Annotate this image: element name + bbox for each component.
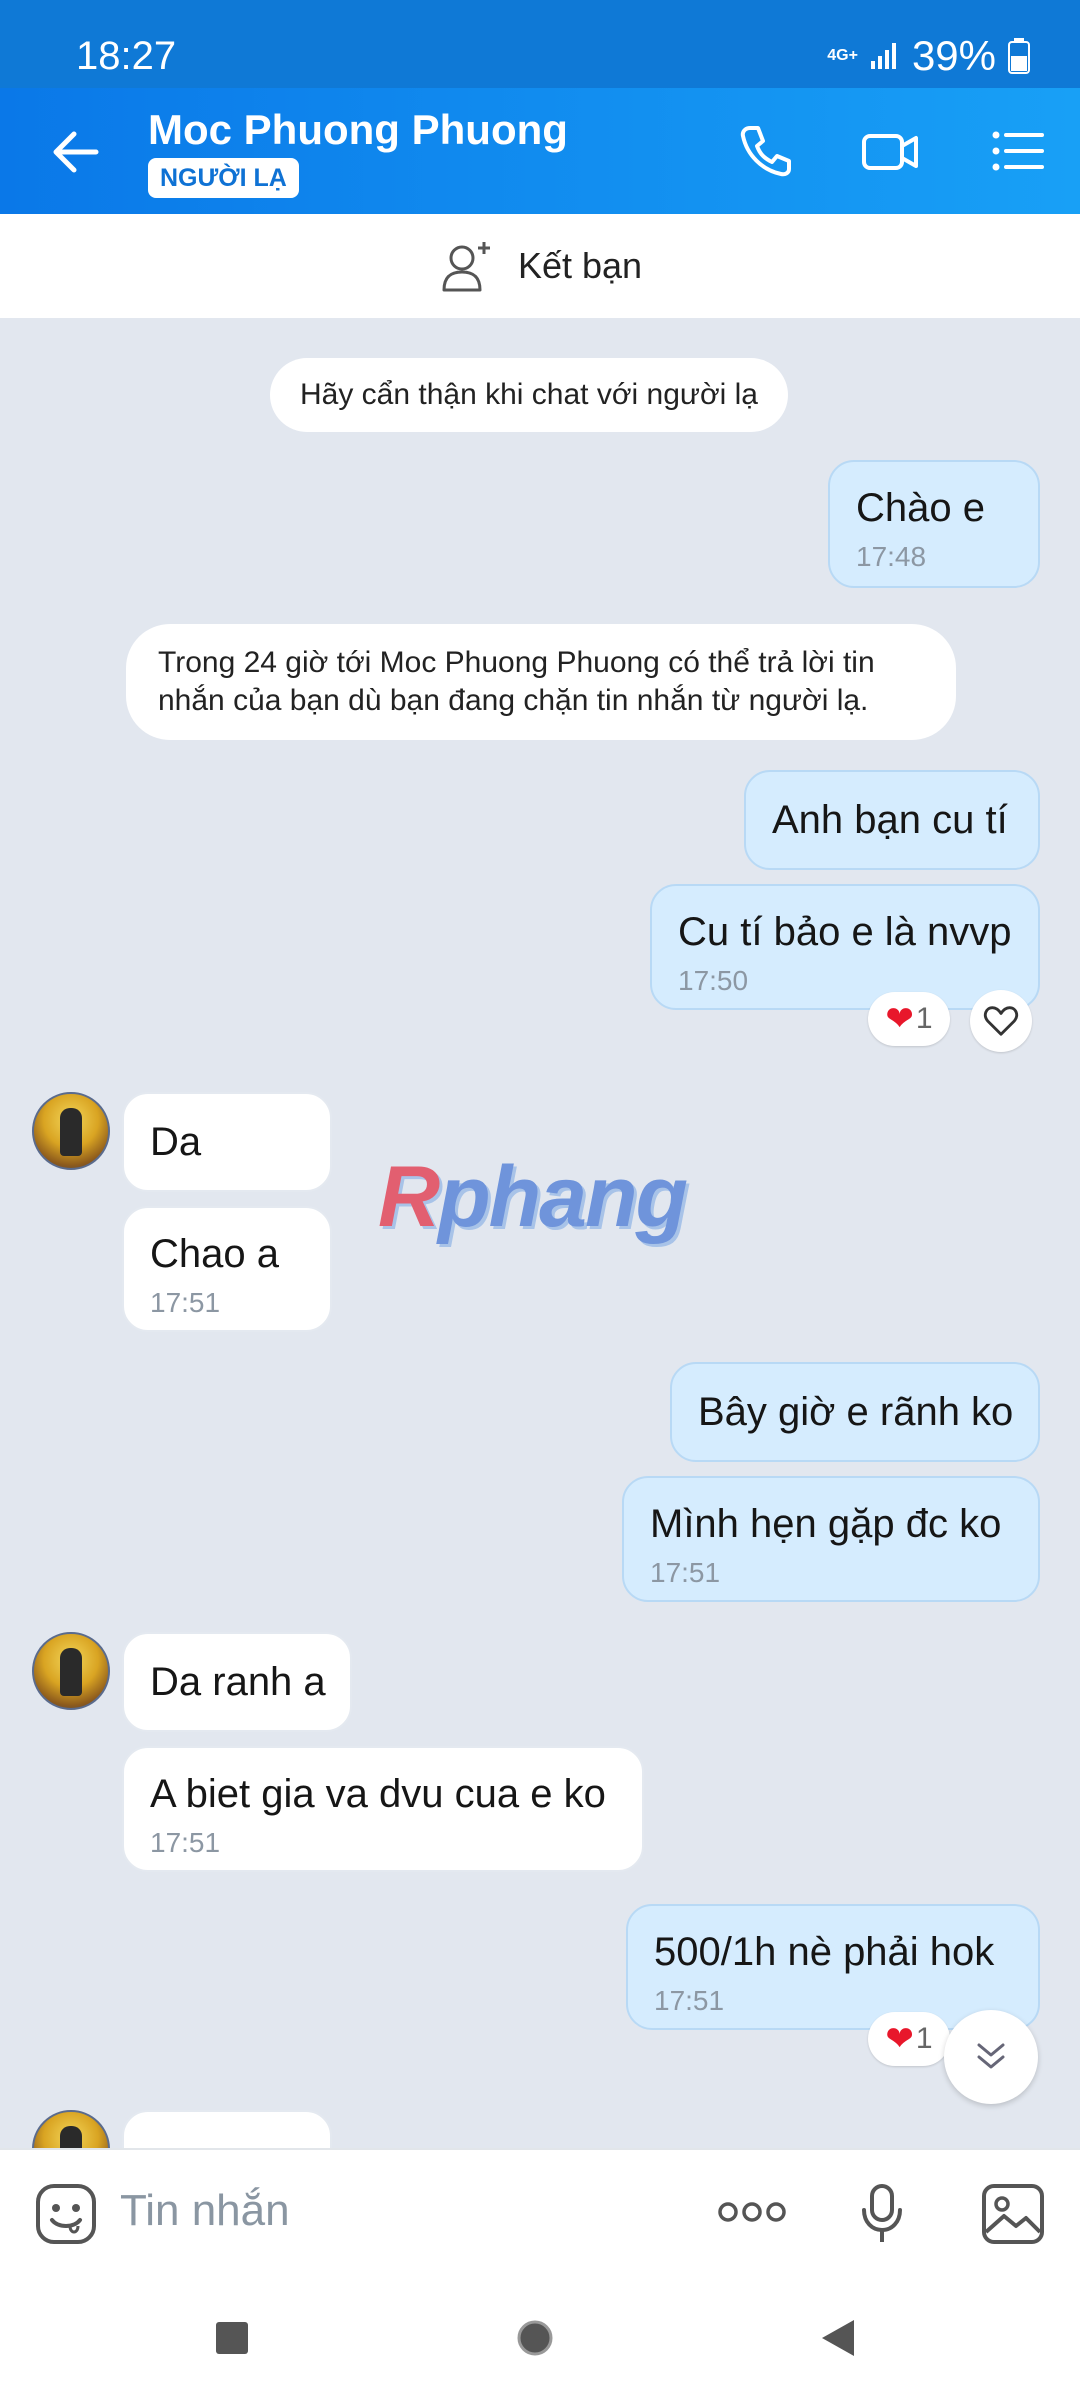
message-bubble-incoming[interactable]: Chao a 17:51 xyxy=(122,1206,332,1332)
network-type: 4G+ xyxy=(827,47,858,64)
recent-apps-icon[interactable] xyxy=(214,2320,250,2356)
system-nav-bar xyxy=(0,2276,1080,2400)
heart-icon: ❤ xyxy=(885,2020,914,2058)
message-input[interactable]: Tin nhắn xyxy=(120,2186,290,2236)
scroll-to-bottom-button[interactable] xyxy=(944,2010,1038,2104)
watermark-first: R xyxy=(378,1149,440,1245)
message-text: Da xyxy=(150,1120,202,1164)
system-message-caution: Hãy cẩn thận khi chat với người lạ xyxy=(270,358,788,432)
message-composer: Tin nhắn xyxy=(0,2148,1080,2278)
message-bubble-incoming[interactable]: Da ranh a xyxy=(122,1632,352,1732)
more-options-icon[interactable] xyxy=(716,2194,788,2230)
phone-call-icon[interactable] xyxy=(730,116,800,186)
contact-avatar[interactable] xyxy=(32,1632,110,1710)
message-time: 17:51 xyxy=(650,1557,721,1588)
back-nav-icon[interactable] xyxy=(820,2318,856,2358)
message-text: Da ranh a xyxy=(150,1660,326,1704)
status-bar: 18:27 4G+ 39% xyxy=(0,0,1080,88)
message-bubble-outgoing[interactable]: Cu tí bảo e là nvvp 17:50 xyxy=(650,884,1040,1010)
contact-name[interactable]: Moc Phuong Phuong xyxy=(148,106,568,154)
system-message-notice: Trong 24 giờ tới Moc Phuong Phuong có th… xyxy=(126,624,956,740)
microphone-icon[interactable] xyxy=(860,2182,904,2246)
video-call-icon[interactable] xyxy=(856,116,926,186)
contact-avatar[interactable] xyxy=(32,1092,110,1170)
image-gallery-icon[interactable] xyxy=(980,2182,1046,2246)
stranger-badge: NGƯỜI LẠ xyxy=(148,158,299,198)
message-text: Mình hẹn gặp đc ko xyxy=(650,1502,1002,1546)
message-text: Chao a xyxy=(150,1232,279,1276)
menu-list-icon[interactable] xyxy=(982,116,1052,186)
watermark-logo: Rphang xyxy=(378,1148,688,1247)
react-button[interactable] xyxy=(970,990,1032,1052)
message-bubble-outgoing[interactable]: Bây giờ e rãnh ko xyxy=(670,1362,1040,1462)
status-indicators: 4G+ 39% xyxy=(827,32,1030,79)
reaction-count: 1 xyxy=(915,2022,933,2055)
double-chevron-down-icon xyxy=(977,2043,1005,2069)
message-text: Bây giờ e rãnh ko xyxy=(698,1390,1014,1434)
watermark-rest: phang xyxy=(438,1149,688,1245)
message-text: Chào e xyxy=(856,486,985,530)
message-text: 500/1h nè phải hok xyxy=(654,1930,995,1974)
reaction-badge[interactable]: ❤ 1 xyxy=(868,992,950,1046)
status-time: 18:27 xyxy=(76,34,177,78)
add-friend-label: Kết bạn xyxy=(517,245,643,286)
reaction-badge[interactable]: ❤ 1 xyxy=(868,2012,950,2066)
heart-icon: ❤ xyxy=(885,1000,914,1038)
message-bubble-incoming[interactable] xyxy=(122,2110,332,2148)
home-icon[interactable] xyxy=(515,2318,555,2358)
message-time: 17:48 xyxy=(856,541,927,572)
system-message-text: Hãy cẩn thận khi chat với người lạ xyxy=(300,378,758,411)
message-text: A biet gia va dvu cua e ko xyxy=(150,1772,606,1816)
message-bubble-outgoing[interactable]: Mình hẹn gặp đc ko 17:51 xyxy=(622,1476,1040,1602)
message-time: 17:51 xyxy=(150,1287,221,1318)
message-bubble-incoming[interactable]: Da xyxy=(122,1092,332,1192)
reaction-count: 1 xyxy=(915,1002,933,1035)
chat-header: Moc Phuong Phuong NGƯỜI LẠ xyxy=(0,88,1080,214)
heart-outline-icon xyxy=(983,1006,1019,1036)
sticker-emoji-icon[interactable] xyxy=(34,2182,98,2246)
battery-icon xyxy=(1008,38,1030,74)
system-message-line: Trong 24 giờ tới Moc Phuong Phuong có th… xyxy=(158,646,875,679)
message-bubble-outgoing[interactable]: Chào e 17:48 xyxy=(828,460,1040,588)
message-text: Anh bạn cu tí xyxy=(772,798,1008,842)
back-arrow-icon[interactable] xyxy=(44,120,108,184)
message-bubble-incoming[interactable]: A biet gia va dvu cua e ko 17:51 xyxy=(122,1746,644,1872)
signal-icon xyxy=(870,43,896,69)
add-friend-bar[interactable]: Kết bạn xyxy=(0,214,1080,318)
message-time: 17:51 xyxy=(654,1985,725,2016)
message-bubble-outgoing[interactable]: Anh bạn cu tí xyxy=(744,770,1040,870)
battery-percent: 39% xyxy=(911,32,996,79)
message-time: 17:50 xyxy=(678,965,749,996)
add-person-icon xyxy=(442,242,490,292)
system-message-line: nhắn của bạn dù bạn đang chặn tin nhắn t… xyxy=(158,684,869,717)
message-time: 17:51 xyxy=(150,1827,221,1858)
message-text: Cu tí bảo e là nvvp xyxy=(678,910,1012,954)
contact-avatar[interactable] xyxy=(32,2110,110,2148)
